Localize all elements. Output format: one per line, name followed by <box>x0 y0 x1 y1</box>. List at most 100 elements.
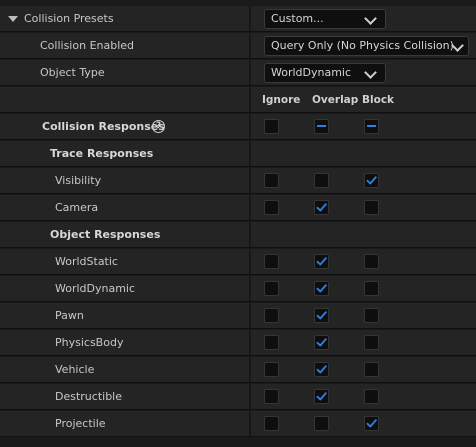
indent-bar <box>10 141 13 166</box>
value-cell <box>251 141 476 166</box>
column-overlap-header: Overlap <box>312 94 359 106</box>
expand-caret-icon[interactable] <box>8 16 18 22</box>
value-cell: Custom... <box>251 6 476 31</box>
collision-responses-label: Collision Responses <box>42 120 165 133</box>
indent-bar <box>10 249 13 274</box>
value-cell <box>251 195 476 220</box>
object-type-value: WorldDynamic <box>271 66 352 79</box>
collision-enabled-dropdown[interactable]: Query Only (No Physics Collision) <box>264 36 469 56</box>
checkmark-icon <box>316 392 327 401</box>
ignore-all-checkbox[interactable] <box>264 119 279 134</box>
collision-responses-row: Collision Responses ? <box>0 114 476 140</box>
indent-bar <box>10 60 13 85</box>
name-cell: WorldStatic <box>0 249 250 274</box>
checkmark-icon <box>316 284 327 293</box>
collision-presets-label: Collision Presets <box>24 12 114 25</box>
channel-label: PhysicsBody <box>55 336 124 349</box>
ignore-checkbox[interactable] <box>264 254 279 269</box>
response-channel-row: Projectile <box>0 411 476 437</box>
object-type-dropdown[interactable]: WorldDynamic <box>264 63 386 83</box>
block-checkbox[interactable] <box>364 416 379 431</box>
channel-label: Pawn <box>55 309 84 322</box>
checkmark-icon <box>316 311 327 320</box>
ignore-checkbox[interactable] <box>264 389 279 404</box>
name-cell: Object Responses <box>0 222 250 247</box>
ignore-checkbox[interactable] <box>264 200 279 215</box>
value-cell <box>251 330 476 355</box>
object-type-label: Object Type <box>40 66 105 79</box>
overlap-checkbox[interactable] <box>314 416 329 431</box>
help-icon[interactable]: ? <box>152 120 165 133</box>
collision-presets-value: Custom... <box>271 12 324 25</box>
indent-bar <box>10 87 13 112</box>
name-cell: Trace Responses <box>0 141 250 166</box>
name-cell: Camera <box>0 195 250 220</box>
chevron-down-icon <box>364 12 377 25</box>
overlap-checkbox[interactable] <box>314 281 329 296</box>
channel-label: Vehicle <box>55 363 95 376</box>
response-channel-row: Pawn <box>0 303 476 329</box>
value-cell <box>251 411 476 436</box>
channel-label: Camera <box>55 201 99 214</box>
response-channel-row: PhysicsBody <box>0 330 476 356</box>
ignore-checkbox[interactable] <box>264 362 279 377</box>
value-cell: WorldDynamic <box>251 60 476 85</box>
value-cell <box>251 114 476 139</box>
checkmark-icon <box>316 203 327 212</box>
block-checkbox[interactable] <box>364 173 379 188</box>
ignore-checkbox[interactable] <box>264 173 279 188</box>
collision-presets-dropdown[interactable]: Custom... <box>264 9 386 29</box>
block-checkbox[interactable] <box>364 254 379 269</box>
response-channel-row: WorldDynamic <box>0 276 476 302</box>
overlap-checkbox[interactable] <box>314 254 329 269</box>
block-checkbox[interactable] <box>364 335 379 350</box>
indent-bar <box>10 384 13 409</box>
name-cell: Collision Presets <box>0 6 250 31</box>
overlap-checkbox[interactable] <box>314 308 329 323</box>
response-channel-row: WorldStatic <box>0 249 476 275</box>
ignore-checkbox[interactable] <box>264 308 279 323</box>
channel-label: Projectile <box>55 417 106 430</box>
name-cell: Pawn <box>0 303 250 328</box>
overlap-checkbox[interactable] <box>314 200 329 215</box>
object-responses-row: Object Responses <box>0 222 476 248</box>
block-checkbox[interactable] <box>364 281 379 296</box>
ignore-checkbox[interactable] <box>264 416 279 431</box>
indent-bar <box>10 195 13 220</box>
name-cell: Projectile <box>0 411 250 436</box>
trace-responses-label: Trace Responses <box>50 147 154 160</box>
channel-label: Visibility <box>55 174 102 187</box>
overlap-checkbox[interactable] <box>314 389 329 404</box>
indent-bar <box>10 303 13 328</box>
block-checkbox[interactable] <box>364 389 379 404</box>
block-checkbox[interactable] <box>364 200 379 215</box>
block-all-checkbox[interactable] <box>364 119 379 134</box>
name-cell: Object Type <box>0 60 250 85</box>
block-checkbox[interactable] <box>364 308 379 323</box>
indent-bar <box>10 330 13 355</box>
value-cell <box>251 222 476 247</box>
object-type-row: Object Type WorldDynamic <box>0 60 476 86</box>
checkmark-icon <box>316 257 327 266</box>
overlap-checkbox[interactable] <box>314 173 329 188</box>
ignore-checkbox[interactable] <box>264 281 279 296</box>
channel-label: WorldDynamic <box>55 282 136 295</box>
response-channel-row: Camera <box>0 195 476 221</box>
response-channel-row: Vehicle <box>0 357 476 383</box>
collision-details-panel: Collision Presets Custom... Collision En… <box>0 0 476 447</box>
name-cell: WorldDynamic <box>0 276 250 301</box>
ignore-checkbox[interactable] <box>264 335 279 350</box>
value-cell <box>251 303 476 328</box>
checkmark-icon <box>366 176 377 185</box>
block-checkbox[interactable] <box>364 362 379 377</box>
checkmark-icon <box>316 365 327 374</box>
overlap-checkbox[interactable] <box>314 335 329 350</box>
overlap-checkbox[interactable] <box>314 362 329 377</box>
column-ignore-header: Ignore <box>262 94 301 106</box>
response-channel-row: Visibility <box>0 168 476 194</box>
value-cell: Ignore Overlap Block <box>251 87 476 112</box>
checkmark-icon <box>366 419 377 428</box>
name-cell: Collision Enabled <box>0 33 250 58</box>
overlap-all-checkbox[interactable] <box>314 119 329 134</box>
name-cell: Collision Responses ? <box>0 114 250 139</box>
